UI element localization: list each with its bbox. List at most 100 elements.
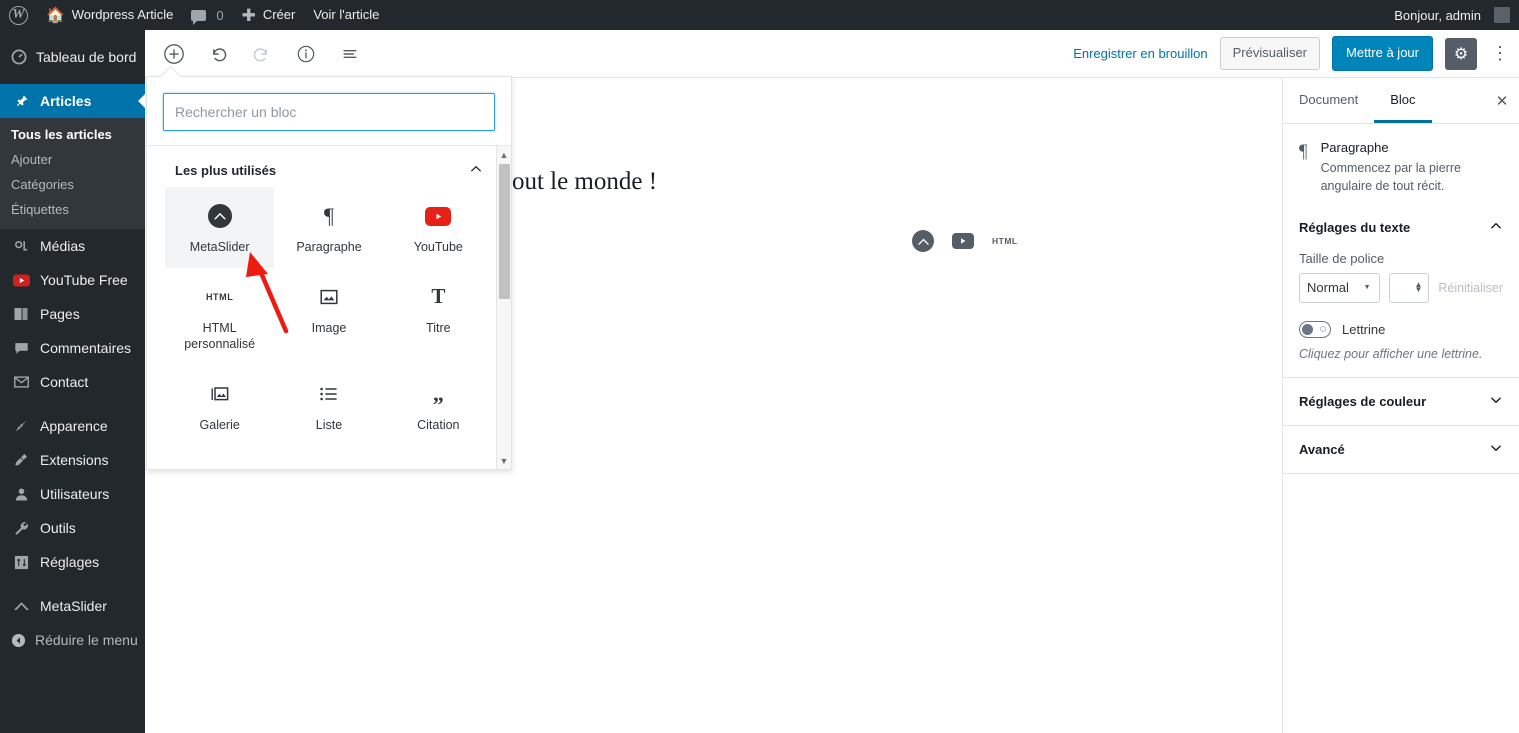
font-size-controls: Normal ▼ ▲ ▼ Réinitialiser <box>1299 272 1503 303</box>
add-block-button[interactable] <box>157 37 191 71</box>
youtube-quick-insert[interactable] <box>952 233 974 249</box>
sidebar-item-appearance[interactable]: Apparence <box>0 409 145 443</box>
admin-sidebar-menu: Tableau de bord Articles Tous les articl… <box>0 30 145 733</box>
inserter-scrollbar[interactable]: ▲ ▼ <box>496 146 511 469</box>
admin-bar: W 🏠 Wordpress Article 0 ✚ Créer Voir l'a… <box>0 0 1519 30</box>
content-info-button[interactable] <box>289 37 323 71</box>
sidebar-tabs: Document Bloc ✕ <box>1283 78 1519 124</box>
inserter-block-gallery[interactable]: Galerie <box>165 365 274 446</box>
scroll-up-arrow-icon[interactable]: ▲ <box>497 146 511 163</box>
metaslider-quick-insert[interactable] <box>912 230 934 252</box>
sidebar-item-articles[interactable]: Articles <box>0 84 145 118</box>
font-size-select[interactable]: Normal ▼ <box>1299 272 1380 303</box>
media-icon <box>11 239 31 254</box>
menu-spacer <box>0 579 145 589</box>
quote-icon: „ <box>432 380 444 406</box>
sidebar-item-label: MetaSlider <box>40 598 107 614</box>
sidebar-item-label: Tableau de bord <box>36 49 137 65</box>
site-name-link[interactable]: 🏠 Wordpress Article <box>37 0 182 30</box>
sidebar-item-users[interactable]: Utilisateurs <box>0 477 145 511</box>
sidebar-item-label: Contact <box>40 374 89 390</box>
paintbrush-icon <box>11 418 31 434</box>
sidebar-item-label: Outils <box>40 520 76 536</box>
sidebar-item-youtube-free[interactable]: YouTube Free <box>0 263 145 297</box>
wordpress-logo-icon: W <box>9 5 28 25</box>
inserter-block-youtube[interactable]: YouTube <box>384 187 493 268</box>
menu-spacer <box>0 74 145 84</box>
pilcrow-icon: ¶ <box>1299 141 1308 162</box>
html-quick-insert[interactable]: HTML <box>992 236 1018 246</box>
redo-button[interactable] <box>245 37 279 71</box>
sidebar-item-settings[interactable]: Réglages <box>0 545 145 579</box>
inserter-search-wrap <box>147 77 511 145</box>
submenu-item-all-posts[interactable]: Tous les articles <box>0 122 145 147</box>
sidebar-item-label: Utilisateurs <box>40 486 110 502</box>
inserter-block-heading[interactable]: T Titre <box>384 268 493 365</box>
youtube-icon <box>11 274 31 287</box>
reset-font-size-button[interactable]: Réinitialiser <box>1438 281 1503 295</box>
comments-link[interactable]: 0 <box>182 0 232 30</box>
save-draft-link[interactable]: Enregistrer en brouillon <box>1073 46 1207 61</box>
editor-header-actions: Enregistrer en brouillon Prévisualiser M… <box>1073 36 1519 71</box>
wordpress-logo-button[interactable]: W <box>0 0 37 30</box>
undo-button[interactable] <box>201 37 235 71</box>
sidebar-item-tools[interactable]: Outils <box>0 511 145 545</box>
html-icon: HTML <box>992 236 1018 246</box>
submenu-item-add-new[interactable]: Ajouter <box>0 147 145 172</box>
inserter-block-custom-html[interactable]: HTML HTML personnalisé <box>165 268 274 365</box>
sidebar-item-plugins[interactable]: Extensions <box>0 443 145 477</box>
submenu-item-tags[interactable]: Étiquettes <box>0 197 145 222</box>
heading-t-icon: T <box>431 284 446 308</box>
inserter-section-header[interactable]: Les plus utilisés <box>147 146 511 187</box>
sidebar-item-comments[interactable]: Commentaires <box>0 331 145 365</box>
close-x-icon: ✕ <box>1495 92 1509 110</box>
settings-gear-button[interactable]: ⚙ <box>1445 37 1477 70</box>
inserter-block-label: Image <box>311 320 347 335</box>
plus-icon: ✚ <box>241 5 256 25</box>
sidebar-item-label: Articles <box>40 93 92 109</box>
sidebar-item-media[interactable]: Médias <box>0 229 145 263</box>
spinner-up-down-icon[interactable]: ▲ ▼ <box>1414 280 1422 293</box>
preview-button[interactable]: Prévisualiser <box>1219 37 1321 70</box>
editor-header-tools <box>145 37 367 71</box>
collapse-menu-button[interactable]: Réduire le menu <box>0 623 145 657</box>
tab-document[interactable]: Document <box>1283 78 1374 123</box>
sidebar-item-dashboard[interactable]: Tableau de bord <box>0 40 145 74</box>
scrollbar-thumb[interactable] <box>499 164 510 299</box>
inserter-block-paragraph[interactable]: ¶ Paragraphe <box>274 187 383 268</box>
section-header-advanced[interactable]: Avancé <box>1283 424 1519 473</box>
html-icon: HTML <box>205 291 234 302</box>
block-navigation-button[interactable] <box>333 37 367 71</box>
section-header-text-settings[interactable]: Réglages du texte <box>1283 204 1519 251</box>
sidebar-item-contact[interactable]: Contact <box>0 365 145 399</box>
tab-block[interactable]: Bloc <box>1374 78 1432 123</box>
custom-font-size-input[interactable]: ▲ ▼ <box>1388 272 1430 303</box>
view-post-link[interactable]: Voir l'article <box>304 0 388 30</box>
inserter-block-label: MetaSlider <box>189 240 250 254</box>
block-info-card: ¶ Paragraphe Commencez par la pierre ang… <box>1283 124 1519 204</box>
paragraph-block-text[interactable]: tout le monde ! <box>505 168 657 196</box>
update-button[interactable]: Mettre à jour <box>1332 36 1433 71</box>
inserter-block-quote[interactable]: „ Citation <box>384 365 493 446</box>
inserter-block-metaslider[interactable]: MetaSlider <box>165 187 275 268</box>
block-inserter-panel: Les plus utilisés MetaSlider ¶ Paragraph… <box>146 76 512 470</box>
envelope-icon <box>11 376 31 388</box>
search-input[interactable] <box>163 93 495 131</box>
sidebar-item-metaslider[interactable]: MetaSlider <box>0 589 145 623</box>
my-account-menu[interactable]: Bonjour, admin <box>1385 0 1519 30</box>
pilcrow-icon: ¶ <box>324 203 334 228</box>
close-sidebar-button[interactable]: ✕ <box>1485 78 1519 123</box>
dropcap-toggle[interactable] <box>1299 320 1331 338</box>
inserter-block-image[interactable]: Image <box>274 268 383 365</box>
wrench-icon <box>11 520 31 536</box>
new-content-link[interactable]: ✚ Créer <box>233 0 305 30</box>
more-options-button[interactable]: ⋮ <box>1489 38 1511 70</box>
chevron-down-icon: ▼ <box>1363 284 1371 291</box>
scroll-down-arrow-icon[interactable]: ▼ <box>497 452 511 469</box>
inserter-block-label: Liste <box>315 417 343 432</box>
inserter-scroll-area: Les plus utilisés MetaSlider ¶ Paragraph… <box>147 145 511 469</box>
section-header-color-settings[interactable]: Réglages de couleur <box>1283 376 1519 425</box>
sidebar-item-pages[interactable]: Pages <box>0 297 145 331</box>
submenu-item-categories[interactable]: Catégories <box>0 172 145 197</box>
inserter-block-list[interactable]: Liste <box>274 365 383 446</box>
